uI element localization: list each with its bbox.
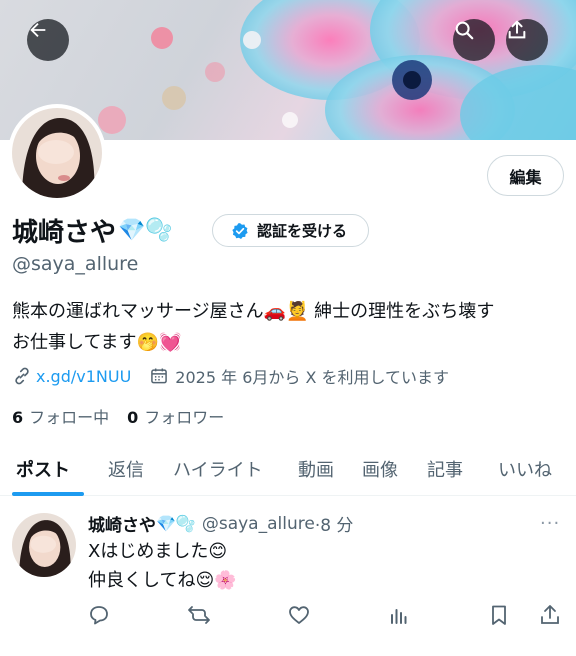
reply-button[interactable] bbox=[87, 603, 111, 627]
share-button[interactable] bbox=[506, 19, 548, 61]
post-author-name[interactable]: 城崎さや bbox=[88, 511, 156, 536]
arrow-left-icon bbox=[30, 22, 46, 38]
post-share-button[interactable] bbox=[538, 603, 562, 627]
profile-link[interactable]: x.gd/v1NUU bbox=[36, 367, 131, 386]
name-emojis: 💎🫧 bbox=[118, 218, 173, 243]
back-button[interactable] bbox=[27, 19, 69, 61]
tab-likes[interactable]: いいね bbox=[498, 456, 552, 482]
get-verified-button[interactable]: 認証を受ける bbox=[212, 214, 369, 247]
repost-icon bbox=[188, 606, 210, 624]
post-line-2: 仲良くしてね😌🌸 bbox=[88, 570, 237, 591]
post-item[interactable]: 城崎さや 💎🫧 @saya_allure ·8 分 ··· Xはじめました😊 仲… bbox=[0, 497, 576, 656]
avatar-photo bbox=[12, 108, 102, 198]
followers-count: 0 bbox=[127, 408, 139, 427]
post-actions bbox=[0, 603, 576, 631]
post-name-emojis: 💎🫧 bbox=[156, 514, 196, 533]
bio-line-1: 熊本の運ばれマッサージ屋さん🚗💆 紳士の理性をぶち壊す bbox=[12, 301, 495, 322]
views-button[interactable] bbox=[387, 603, 411, 627]
edit-profile-button[interactable]: 編集 bbox=[487, 155, 564, 196]
bio-line-2: お仕事してます🤭💓 bbox=[12, 332, 182, 353]
analytics-icon bbox=[391, 609, 407, 624]
search-icon bbox=[455, 21, 474, 40]
post-avatar-photo bbox=[12, 513, 76, 577]
reply-icon bbox=[90, 606, 108, 625]
like-button[interactable] bbox=[287, 603, 311, 627]
tab-highlights[interactable]: ハイライト bbox=[173, 456, 263, 482]
search-button[interactable] bbox=[453, 19, 495, 61]
profile-name: 城崎さや bbox=[12, 218, 117, 248]
post-author-handle[interactable]: @saya_allure bbox=[202, 514, 315, 534]
get-verified-label: 認証を受ける bbox=[257, 222, 348, 240]
tab-articles[interactable]: 記事 bbox=[427, 456, 463, 482]
profile-bio: 熊本の運ばれマッサージ屋さん🚗💆 紳士の理性をぶち壊す お仕事してます🤭💓 bbox=[12, 296, 568, 358]
calendar-icon bbox=[151, 368, 168, 384]
profile-meta: x.gd/v1NUU 2025 年 6月から X を利用しています bbox=[12, 364, 449, 388]
post-line-1: Xはじめました😊 bbox=[88, 541, 228, 562]
profile-name-row: 城崎さや 💎🫧 bbox=[12, 212, 173, 249]
tab-replies[interactable]: 返信 bbox=[108, 456, 144, 482]
profile-avatar[interactable] bbox=[8, 104, 106, 202]
active-tab-indicator bbox=[12, 492, 84, 496]
more-options-icon[interactable]: ··· bbox=[540, 513, 560, 534]
tab-images[interactable]: 画像 bbox=[362, 456, 398, 482]
followers-label: フォロワー bbox=[144, 408, 225, 427]
post-avatar[interactable] bbox=[12, 513, 76, 577]
link-icon bbox=[15, 367, 29, 385]
joined-date: 2025 年 6月から X を利用しています bbox=[175, 368, 450, 387]
post-text: Xはじめました😊 仲良くしてね😌🌸 bbox=[88, 537, 237, 595]
tab-videos[interactable]: 動画 bbox=[298, 456, 334, 482]
bookmark-button[interactable] bbox=[487, 603, 511, 627]
tab-posts[interactable]: ポスト bbox=[16, 456, 70, 482]
followers-link[interactable]: 0 フォロワー bbox=[127, 404, 224, 428]
profile-handle: @saya_allure bbox=[12, 253, 139, 275]
verified-badge-icon bbox=[232, 222, 248, 239]
following-count: 6 bbox=[12, 408, 24, 427]
share-icon bbox=[541, 605, 559, 624]
profile-tabs: ポスト 返信 ハイライト 動画 画像 記事 いいね bbox=[0, 448, 576, 496]
post-header: 城崎さや 💎🫧 @saya_allure ·8 分 bbox=[88, 511, 354, 537]
heart-icon bbox=[289, 606, 309, 624]
bookmark-icon bbox=[492, 605, 506, 625]
following-label: フォロー中 bbox=[29, 408, 110, 427]
share-icon bbox=[508, 20, 526, 39]
following-link[interactable]: 6 フォロー中 bbox=[12, 404, 109, 428]
post-time[interactable]: ·8 分 bbox=[315, 511, 354, 536]
follow-stats: 6 フォロー中 0 フォロワー bbox=[12, 404, 224, 428]
repost-button[interactable] bbox=[187, 603, 211, 627]
